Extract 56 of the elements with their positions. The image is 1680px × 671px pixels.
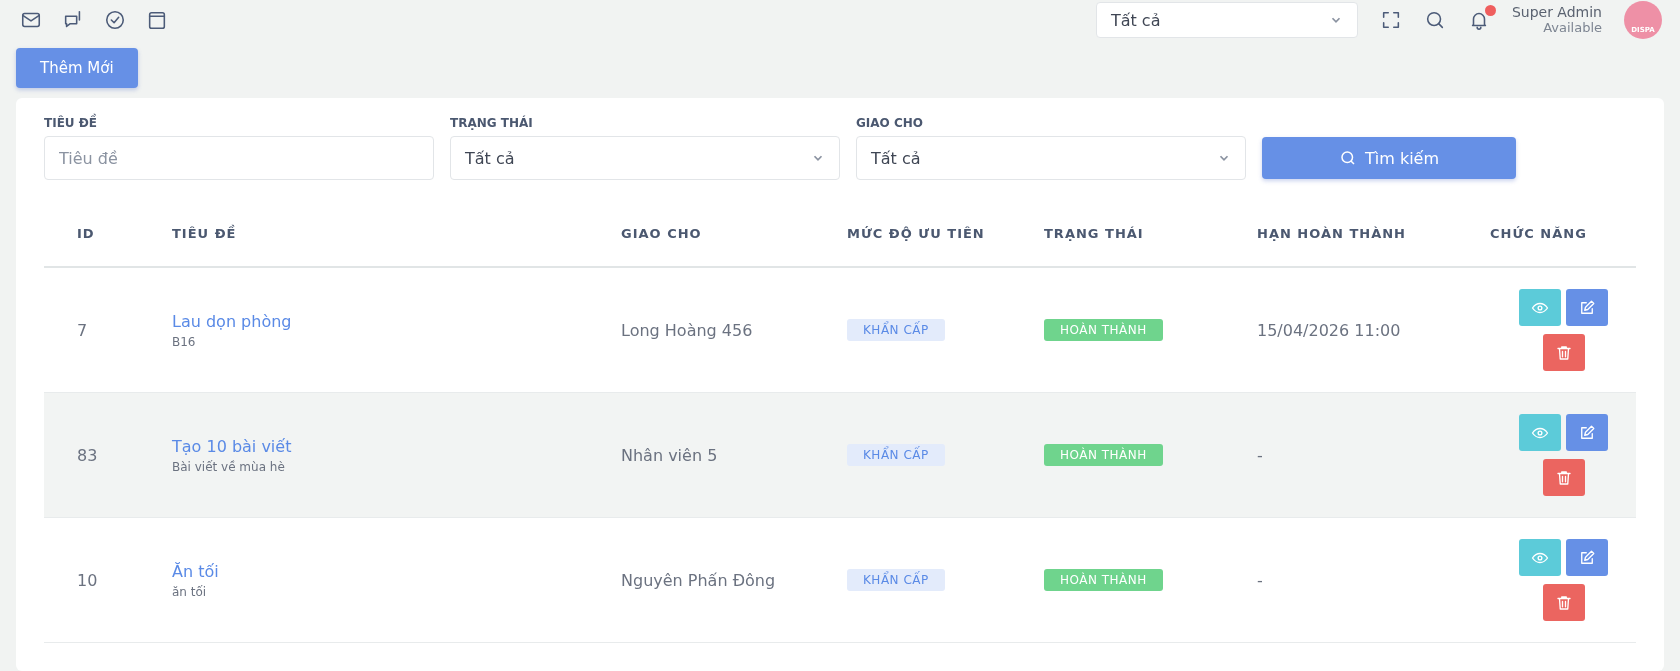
edit-button[interactable] — [1566, 289, 1608, 326]
column-header: GIAO CHO — [621, 225, 703, 241]
calendar-icon[interactable] — [146, 9, 168, 31]
task-subtitle: ăn tối — [172, 584, 208, 599]
id-cell-text: 83 — [76, 445, 99, 465]
add-new-button[interactable]: Thêm Mới — [16, 48, 138, 88]
priority-badge: KHẨN CẤP — [847, 444, 945, 466]
column-header: MỨC ĐỘ ƯU TIÊN — [847, 225, 986, 241]
select-field[interactable]: Tất cả — [450, 136, 840, 180]
assignee-cell-text: Nhân viên 5 — [621, 445, 719, 465]
edit-icon — [1578, 548, 1596, 567]
trash-icon — [1554, 468, 1573, 487]
column-header: TIÊU ĐỀ — [172, 225, 238, 241]
filter-label: GIAO CHO — [856, 116, 925, 130]
trash-icon — [1554, 593, 1573, 612]
id-cell-text: 10 — [76, 570, 99, 590]
column-header: CHỨC NĂNG — [1490, 225, 1588, 241]
search-button[interactable]: Tìm kiếm — [1262, 137, 1516, 179]
edit-button[interactable] — [1566, 539, 1608, 576]
status-badge: HOÀN THÀNH — [1044, 319, 1163, 341]
task-title-link[interactable]: Ăn tối — [172, 561, 621, 581]
task-title-link[interactable]: Tạo 10 bài viết — [172, 436, 621, 456]
filter-label: TRẠNG THÁI — [450, 116, 534, 130]
delete-button[interactable] — [1542, 334, 1585, 371]
id-cell-text: 7 — [76, 320, 89, 340]
select-field[interactable]: Tất cả — [856, 136, 1246, 180]
deadline-cell-text: - — [1257, 445, 1264, 465]
assignee-cell-text: Nguyên Phấn Đông — [621, 570, 777, 590]
scope-select[interactable]: Tất cả — [1095, 2, 1358, 38]
task-subtitle: Bài viết về mùa hè — [172, 459, 286, 474]
task-title-link[interactable]: Lau dọn phòng — [172, 311, 621, 331]
view-button[interactable] — [1519, 414, 1561, 451]
status-badge: HOÀN THÀNH — [1044, 444, 1163, 466]
priority-badge: KHẨN CẤP — [847, 569, 945, 591]
deadline-cell-text: - — [1257, 570, 1264, 590]
view-button[interactable] — [1519, 539, 1561, 576]
column-header: ID — [76, 225, 96, 241]
view-button[interactable] — [1519, 289, 1561, 326]
edit-button[interactable] — [1566, 414, 1608, 451]
status-badge: HOÀN THÀNH — [1044, 569, 1163, 591]
search-icon — [1339, 149, 1357, 167]
priority-badge: KHẨN CẤP — [847, 319, 945, 341]
edit-icon — [1578, 423, 1596, 442]
column-header: TRẠNG THÁI — [1044, 225, 1145, 241]
column-header: HẠN HOÀN THÀNH — [1257, 225, 1407, 241]
edit-icon — [1578, 298, 1596, 317]
trash-icon — [1554, 343, 1573, 362]
title-input-field[interactable]: Tiêu đề — [44, 136, 434, 180]
deadline-cell-text: 15/04/2026 11:00 — [1257, 320, 1402, 340]
assignee-cell-text: Long Hoàng 456 — [621, 320, 754, 340]
task-subtitle: B16 — [172, 334, 197, 349]
check-circle-icon[interactable] — [104, 9, 126, 31]
user-status: Available — [1543, 20, 1602, 36]
user-name: Super Admin — [1511, 4, 1602, 21]
delete-button[interactable] — [1542, 584, 1585, 621]
delete-button[interactable] — [1542, 459, 1585, 496]
